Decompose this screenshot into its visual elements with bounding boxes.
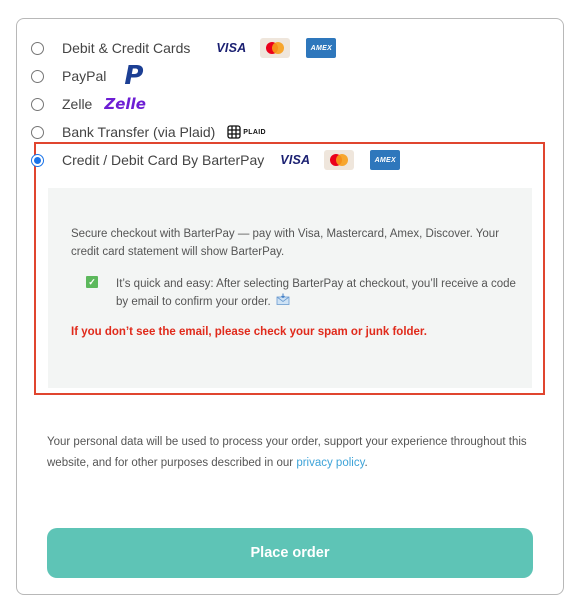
place-order-button[interactable]: Place order [47, 528, 533, 578]
privacy-notice-end: . [364, 457, 368, 469]
payment-option-label: Debit & Credit Cards [62, 40, 191, 56]
paypal-logo: P [124, 61, 144, 91]
barterpay-easy-text: It’s quick and easy: After selecting Bar… [116, 278, 516, 308]
radio-zelle[interactable] [31, 97, 44, 111]
mastercard-logo [324, 150, 355, 170]
payment-option-label: Bank Transfer (via Plaid) [62, 124, 216, 140]
payment-option-zelle[interactable]: Zelle Zelle [0, 92, 146, 116]
payment-option-paypal[interactable]: PayPal P [0, 61, 144, 91]
payment-option-label: Credit / Debit Card By BarterPay [62, 152, 265, 168]
privacy-notice-text: Your personal data will be used to proce… [47, 436, 527, 469]
spam-folder-warning: If you don’t see the email, please check… [71, 326, 427, 338]
mastercard-logo [260, 38, 291, 58]
visa-logo: VISA [280, 153, 311, 167]
radio-paypal[interactable] [31, 69, 44, 83]
plaid-wordmark: PLAID [243, 128, 266, 136]
zelle-logo: Zelle [104, 95, 146, 113]
privacy-policy-link[interactable]: privacy policy [296, 457, 364, 469]
payment-option-label: Zelle [62, 96, 93, 112]
radio-bank-transfer[interactable] [31, 125, 44, 139]
envelope-icon [276, 293, 290, 305]
checkmark-icon: ✓ [86, 276, 98, 288]
plaid-icon [227, 125, 241, 139]
radio-barterpay[interactable] [31, 153, 44, 167]
payment-option-bank-transfer[interactable]: Bank Transfer (via Plaid) PLAID [0, 120, 266, 144]
visa-logo: VISA [216, 41, 247, 55]
radio-debit-credit-cards[interactable] [31, 41, 44, 55]
payment-option-label: PayPal [62, 68, 107, 84]
amex-logo: AMEX [306, 38, 337, 58]
plaid-logo: PLAID [227, 125, 266, 139]
privacy-notice: Your personal data will be used to proce… [47, 432, 537, 474]
payment-option-debit-credit-cards[interactable]: Debit & Credit Cards VISA AMEX [0, 36, 337, 60]
barterpay-secure-text: Secure checkout with BarterPay — pay wit… [71, 228, 500, 258]
payment-option-barterpay[interactable]: Credit / Debit Card By BarterPay VISA AM… [0, 148, 401, 172]
amex-logo: AMEX [370, 150, 401, 170]
